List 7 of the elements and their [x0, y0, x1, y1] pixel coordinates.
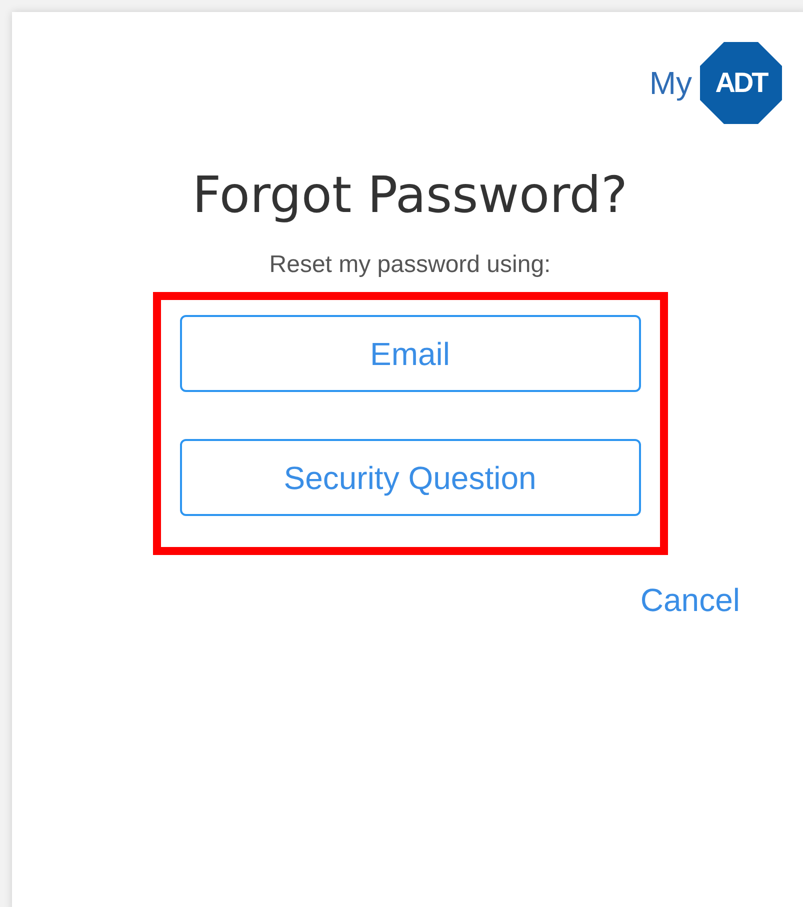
option-button[interactable]: Email: [180, 315, 640, 392]
cancel-link[interactable]: Cancel: [640, 581, 740, 619]
page-title: Forgot Password?: [192, 165, 628, 225]
logo-text: My: [649, 64, 692, 103]
logo-badge: ADT: [700, 42, 782, 124]
subtitle: Reset my password using:: [269, 250, 551, 280]
option-button[interactable]: Security Question: [180, 439, 640, 516]
